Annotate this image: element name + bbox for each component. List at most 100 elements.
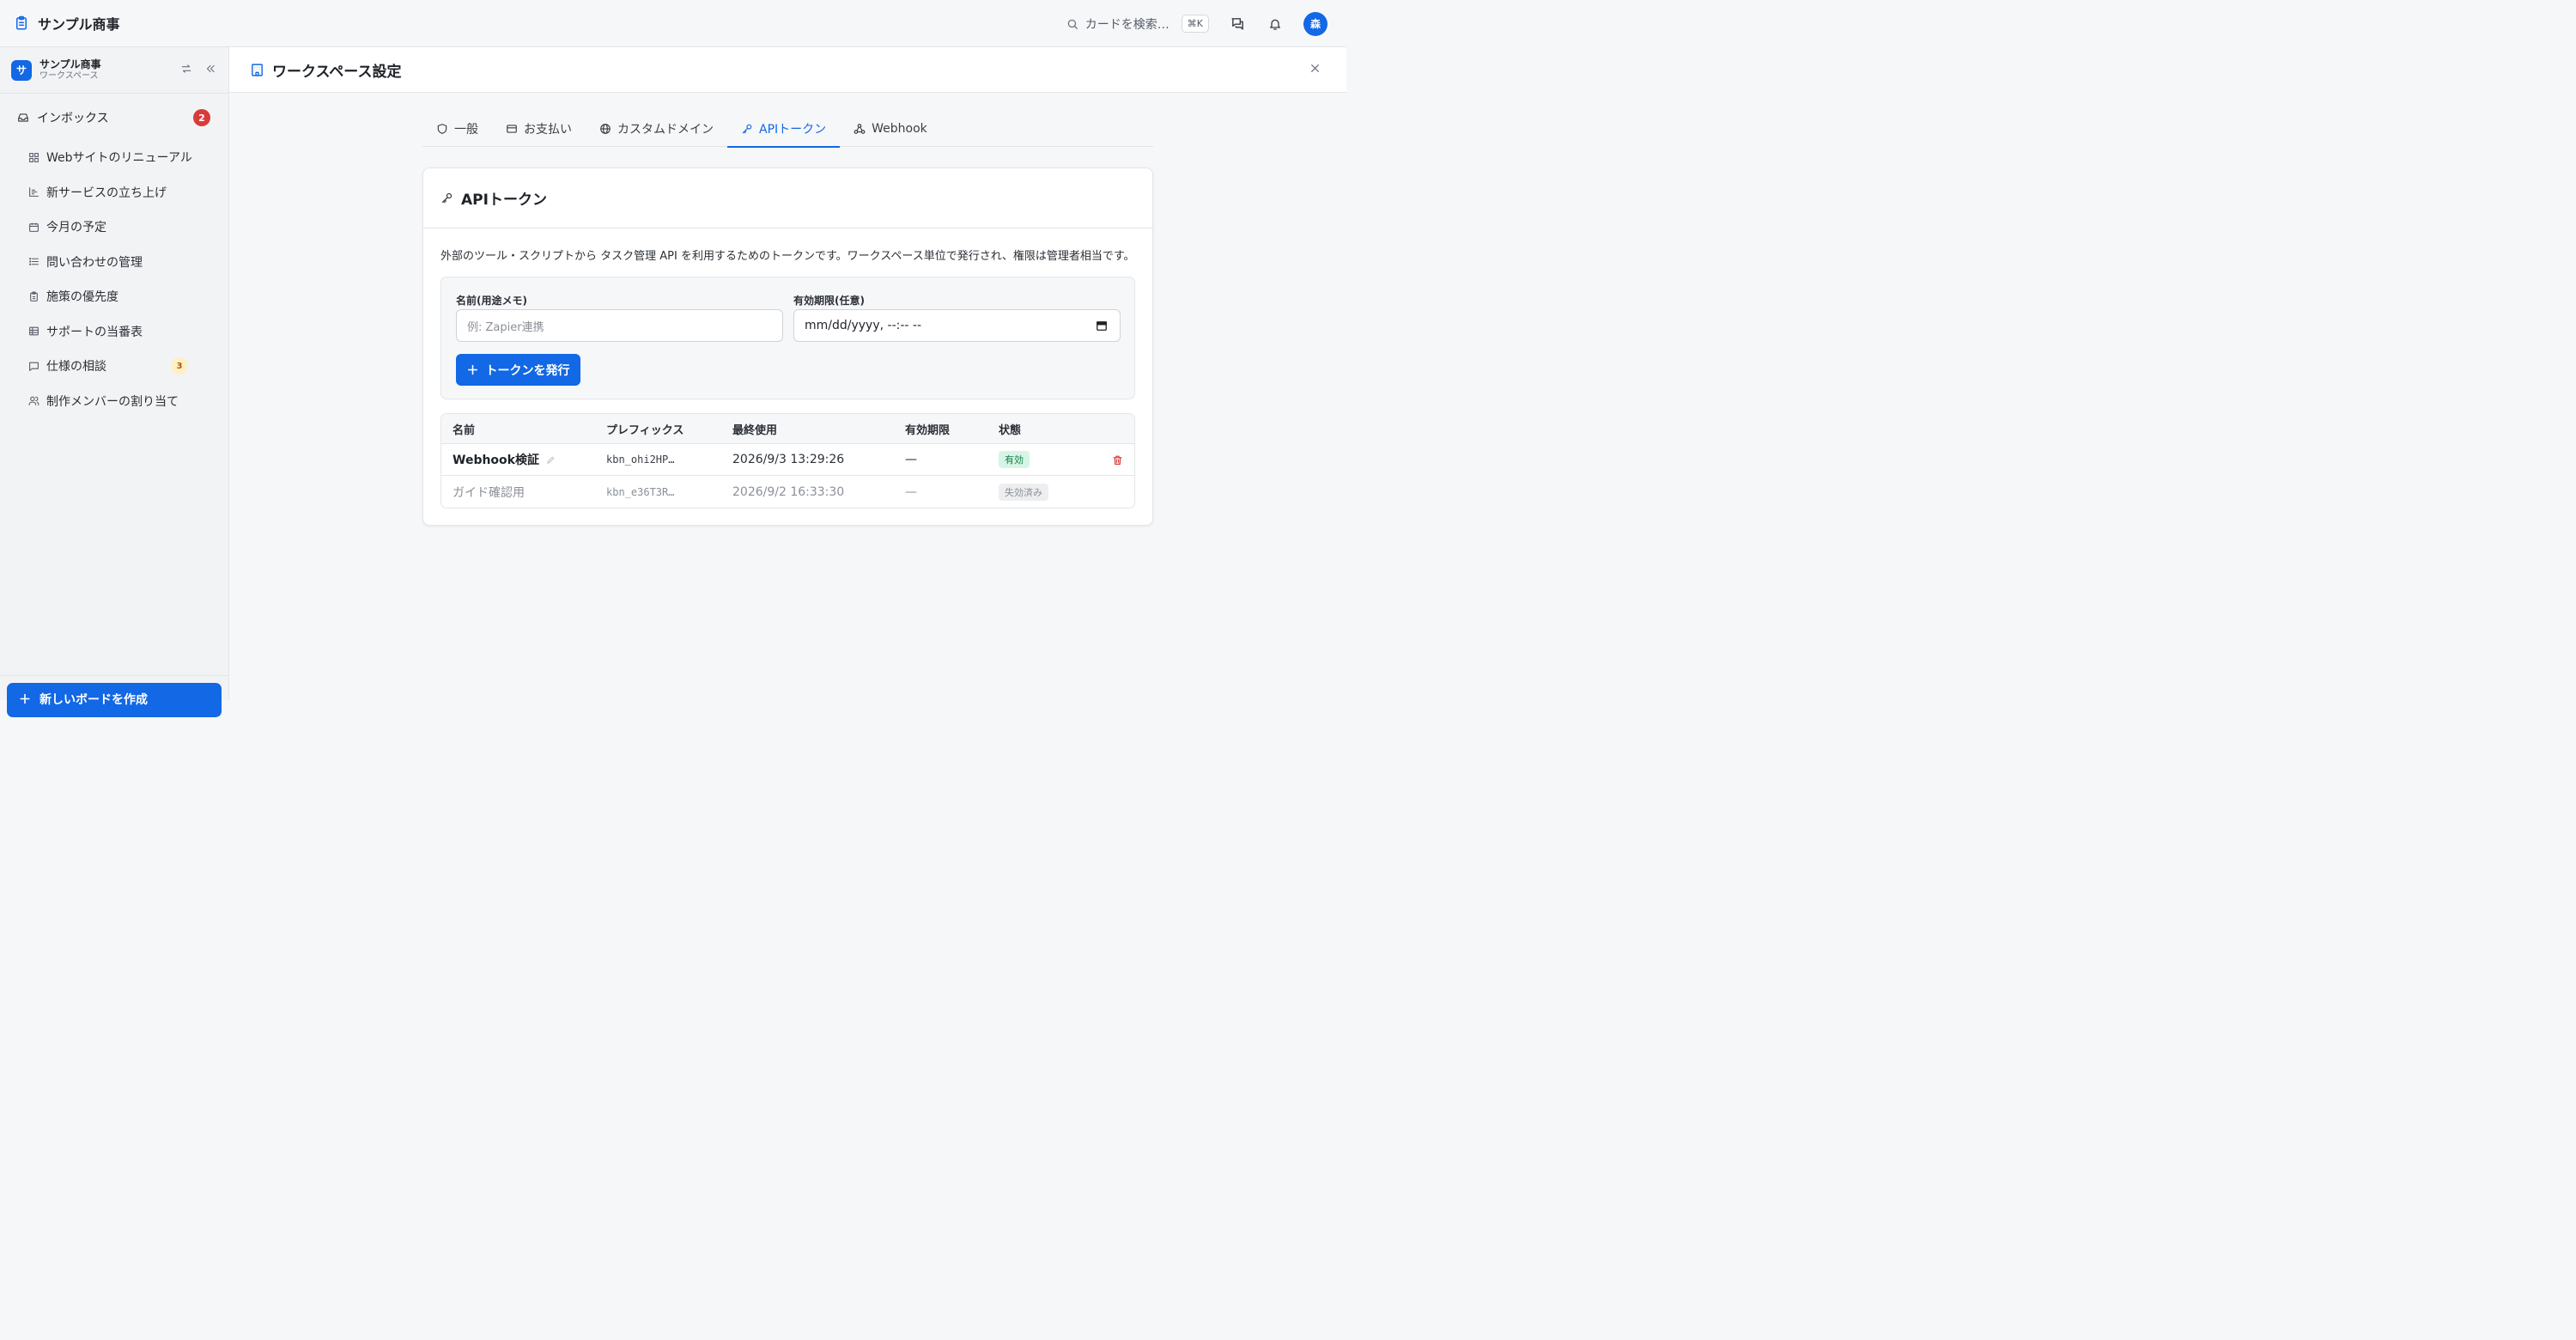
token-name: Webhook検証 — [453, 454, 539, 467]
trash-icon[interactable] — [1112, 454, 1123, 466]
token-name: ガイド確認用 — [453, 485, 525, 500]
sidebar-item-board[interactable]: 施策の優先度 — [0, 279, 228, 314]
status-badge: 有効 — [999, 451, 1030, 468]
table-icon — [28, 326, 39, 337]
chat-icon — [28, 361, 39, 372]
token-prefix: kbn_e36T3R… — [606, 485, 675, 498]
search-box[interactable]: カードを検索… ⌘K — [1066, 15, 1209, 33]
workspace-name: サンプル商事 — [39, 58, 101, 70]
api-token-card: APIトークン 外部のツール・スクリプトから タスク管理 API を利用するため… — [422, 168, 1153, 526]
sidebar-item-inbox[interactable]: インボックス 2 — [0, 100, 228, 135]
issue-token-label: トークンを発行 — [485, 363, 570, 378]
edit-icon[interactable] — [546, 455, 556, 465]
table-header: 名前 プレフィックス 最終使用 有効期限 状態 — [441, 414, 1134, 444]
sidebar-item-label: 新サービスの立ち上げ — [46, 186, 167, 200]
token-last-used: 2026/9/2 16:33:30 — [732, 484, 845, 499]
table-row: Webhook検証 kbn_ohi2HP… 2026/9/3 13:29:26 … — [441, 444, 1134, 476]
workspace-subtitle: ワークスペース — [39, 70, 99, 81]
sidebar-item-label: 制作メンバーの割り当て — [46, 394, 179, 409]
messages-icon[interactable] — [1228, 15, 1247, 34]
name-label: 名前(用途メモ) — [456, 295, 527, 307]
webhook-icon — [854, 123, 866, 135]
token-prefix: kbn_ohi2HP… — [606, 454, 675, 466]
building-icon — [250, 63, 264, 77]
tab-custom-domain[interactable]: カスタムドメイン — [586, 110, 727, 147]
sidebar-item-label: 今月の予定 — [46, 221, 106, 235]
status-badge: 失効済み — [999, 483, 1048, 501]
list-icon — [28, 256, 39, 267]
search-placeholder: カードを検索… — [1084, 17, 1170, 32]
close-icon[interactable] — [1309, 63, 1321, 74]
calendar-icon[interactable] — [1096, 320, 1108, 332]
tab-label: カスタムドメイン — [617, 122, 714, 137]
settings-tabs: 一般 お支払い カスタムドメイン APIトークン Webhook — [422, 110, 1153, 148]
calendar-icon — [28, 222, 39, 233]
avatar[interactable]: 森 — [1303, 11, 1327, 36]
top-bar: サンプル商事 カードを検索… ⌘K 森 — [0, 0, 1346, 47]
column-header: 最終使用 — [732, 423, 778, 437]
token-last-used: 2026/9/3 13:29:26 — [732, 453, 845, 466]
tab-label: Webhook — [872, 121, 927, 136]
column-header: 名前 — [453, 423, 476, 437]
inbox-count-badge: 2 — [193, 109, 210, 126]
new-board-label: 新しいボードを作成 — [39, 693, 148, 707]
clipboard-icon — [28, 291, 39, 302]
new-board-button[interactable]: ＋ 新しいボードを作成 — [7, 683, 222, 717]
token-name-input[interactable]: 例: Zapier連携 — [456, 309, 783, 342]
token-expiry: — — [905, 484, 917, 499]
search-icon — [1066, 18, 1078, 30]
table-row: ガイド確認用 kbn_e36T3R… 2026/9/2 16:33:30 — 失… — [441, 476, 1134, 508]
token-form: 名前(用途メモ) 例: Zapier連携 有効期限(任意) mm/dd/yyyy… — [440, 277, 1135, 399]
switch-icon[interactable] — [180, 63, 192, 75]
sidebar-item-board[interactable]: 仕様の相談 3 — [0, 349, 228, 384]
plus-icon: ＋ — [19, 693, 31, 707]
users-icon — [28, 395, 39, 406]
shield-icon — [436, 123, 448, 135]
sidebar-item-board[interactable]: Webサイトのリニューアル — [0, 140, 228, 175]
expiry-value: mm/dd/yyyy, --:-- -- — [805, 319, 922, 332]
tab-label: APIトークン — [759, 122, 827, 137]
sidebar-footer: ＋ 新しいボードを作成 — [0, 675, 228, 717]
chart-icon — [28, 186, 39, 198]
tab-billing[interactable]: お支払い — [492, 110, 586, 147]
tab-general[interactable]: 一般 — [422, 110, 492, 147]
column-header: 有効期限 — [905, 423, 951, 437]
card-icon — [506, 123, 518, 135]
name-placeholder: 例: Zapier連携 — [467, 320, 544, 334]
sidebar-item-board[interactable]: 新サービスの立ち上げ — [0, 175, 228, 210]
sidebar-item-board[interactable]: 問い合わせの管理 — [0, 245, 228, 280]
search-shortcut: ⌘K — [1181, 15, 1209, 33]
plus-icon: ＋ — [466, 363, 479, 378]
token-expiry: — — [905, 453, 917, 466]
globe-icon — [599, 123, 611, 135]
key-icon — [440, 192, 453, 204]
issue-token-button[interactable]: ＋ トークンを発行 — [456, 354, 580, 386]
tab-label: お支払い — [524, 122, 572, 137]
tab-api-tokens[interactable]: APIトークン — [727, 110, 841, 148]
inbox-icon — [17, 112, 29, 124]
sidebar: サ サンプル商事 ワークスペース インボックス 2 Webサイトのリニューアル … — [0, 47, 229, 717]
workspace-switcher[interactable]: サ サンプル商事 ワークスペース — [0, 47, 228, 94]
brand[interactable]: サンプル商事 — [14, 13, 120, 34]
sidebar-item-label: Webサイトのリニューアル — [46, 151, 192, 166]
sidebar-item-label: インボックス — [37, 112, 109, 125]
board-icon — [28, 152, 39, 163]
column-header: プレフィックス — [606, 423, 684, 437]
sidebar-item-board[interactable]: 今月の予定 — [0, 210, 228, 245]
workspace-logo: サ — [11, 59, 32, 81]
sidebar-item-board[interactable]: サポートの当番表 — [0, 314, 228, 350]
sidebar-item-board[interactable]: 制作メンバーの割り当て — [0, 384, 228, 419]
column-header: 状態 — [999, 423, 1022, 437]
card-description: 外部のツール・スクリプトから タスク管理 API を利用するためのトークンです。… — [440, 250, 1135, 263]
clipboard-icon — [14, 15, 29, 31]
page-title: ワークスペース設定 — [272, 63, 402, 81]
key-icon — [741, 123, 753, 135]
tab-webhook[interactable]: Webhook — [840, 110, 941, 147]
collapse-icon[interactable] — [204, 63, 216, 75]
bell-icon[interactable] — [1266, 15, 1285, 34]
sidebar-item-label: 問い合わせの管理 — [46, 255, 143, 270]
expiry-datetime-input[interactable]: mm/dd/yyyy, --:-- -- — [793, 309, 1121, 342]
sidebar-item-label: サポートの当番表 — [46, 325, 143, 339]
main-panel: ワークスペース設定 一般 お支払い カスタムドメイン APIトークン Webho… — [229, 47, 1346, 700]
settings-header: ワークスペース設定 — [229, 47, 1346, 93]
